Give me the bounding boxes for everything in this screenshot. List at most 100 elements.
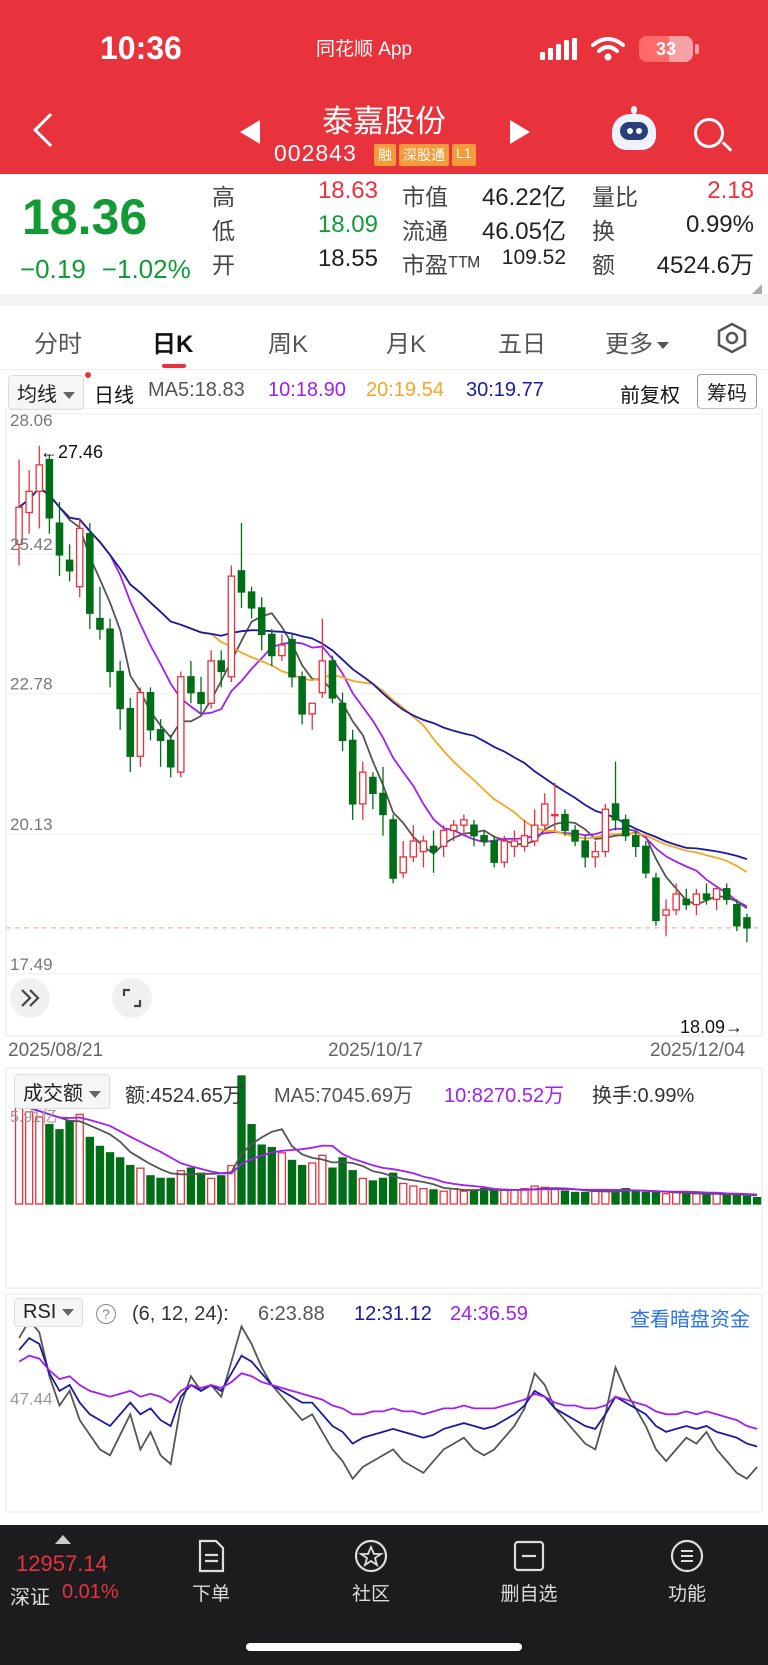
next-stock-button[interactable]: [510, 120, 530, 144]
community-icon: [354, 1539, 388, 1573]
battery-icon: 33: [639, 36, 693, 62]
chips-button[interactable]: 筹码: [697, 374, 757, 409]
ma-legend-bar: 均线 日线 MA5:18.83 10:18.90 20:19.54 30:19.…: [0, 372, 768, 410]
indicator-dropdown[interactable]: 均线: [8, 375, 84, 410]
volume-dropdown[interactable]: 成交额: [14, 1074, 110, 1109]
low-value: 18.09: [317, 211, 378, 238]
candle: [672, 893, 680, 911]
remove-watchlist-icon: [513, 1540, 545, 1572]
expand-corner-icon[interactable]: [752, 284, 762, 294]
rsi-dropdown[interactable]: RSI: [14, 1298, 84, 1327]
volume-bar: [722, 1194, 731, 1205]
volume-bar: [318, 1154, 327, 1205]
open-label: 开: [212, 252, 235, 278]
tab-weekly[interactable]: 周K: [268, 324, 308, 359]
fullscreen-button[interactable]: [112, 978, 152, 1018]
volume-bar: [682, 1193, 691, 1205]
tab-monthly[interactable]: 月K: [386, 324, 426, 359]
status-icons: 33: [540, 36, 699, 62]
kline-chart[interactable]: 28.06 25.42 22.78 20.13 17.49 5.91亿 47.44 ←27.…: [0, 408, 768, 1520]
chevron-down-icon: [657, 342, 669, 350]
turnover-value: 0.99%: [685, 211, 754, 238]
nav-order[interactable]: 下单: [166, 1539, 256, 1606]
float-value: 46.05亿: [481, 218, 566, 245]
volume-bar: [591, 1190, 600, 1205]
expand-left-button[interactable]: [10, 978, 50, 1018]
ma20-value: 20:19.54: [366, 379, 444, 401]
home-indicator: [246, 1643, 522, 1651]
period-label: 日线: [94, 385, 134, 407]
tag-level: L1: [452, 144, 476, 166]
open-value: 18.55: [317, 245, 378, 272]
rsi12-line: [18, 1336, 758, 1448]
index-value[interactable]: 12957.14: [16, 1551, 108, 1577]
nav-community[interactable]: 社区: [326, 1539, 416, 1606]
rsi6-line: [18, 1319, 758, 1481]
tab-daily[interactable]: 日K: [152, 324, 193, 359]
tag-margin: 融: [374, 144, 396, 166]
volume-bar: [358, 1177, 367, 1205]
wifi-icon: [591, 37, 625, 61]
notify-dot: [85, 372, 91, 378]
nav-remove-watchlist-label: 删自选: [500, 1584, 558, 1605]
volume-bar: [469, 1189, 479, 1205]
volume-bar: [75, 1113, 84, 1205]
dark-pool-link[interactable]: 查看暗盘资金: [630, 1303, 750, 1332]
candle: [217, 660, 226, 673]
volume-bar: [651, 1191, 661, 1205]
mktcap-value: 46.22亿: [481, 184, 566, 211]
volume-bar: [206, 1177, 216, 1205]
adjust-button[interactable]: 前复权: [620, 379, 680, 408]
candle: [540, 803, 549, 826]
index-name[interactable]: 深证: [10, 1581, 50, 1610]
candle: [278, 644, 286, 657]
candle: [166, 739, 175, 768]
amount-label: 额: [592, 252, 615, 278]
stock-code: 002843: [274, 140, 357, 166]
nav-remove-watchlist[interactable]: 删自选: [484, 1539, 574, 1606]
volume-bar: [146, 1175, 155, 1205]
ma10-value: 10:18.90: [268, 379, 346, 401]
change-value: −0.19: [20, 254, 86, 284]
candle: [702, 893, 711, 900]
candle: [389, 819, 397, 879]
turnover-label: 换: [592, 218, 615, 244]
status-app-label: 同花顺 App: [316, 39, 413, 60]
tab-more[interactable]: 更多: [605, 324, 669, 359]
help-icon[interactable]: ?: [96, 1302, 116, 1325]
candle: [318, 660, 327, 694]
nav-function[interactable]: 功能: [642, 1539, 732, 1606]
volume-bar: [247, 1123, 256, 1205]
search-icon[interactable]: [694, 118, 724, 148]
robot-assistant-icon[interactable]: [612, 106, 656, 150]
amount-value: 4524.6万: [656, 252, 754, 279]
candle: [55, 522, 64, 556]
volume-ma10: 10:8270.52万: [444, 1085, 565, 1107]
candle: [106, 628, 114, 673]
volume-bar: [611, 1190, 620, 1205]
rsi24-line: [18, 1354, 758, 1430]
mktcap-label: 市值: [402, 184, 448, 210]
quote-panel: 18.36 −0.19 −1.02% 高 18.63 低 18.09 开 18.5…: [0, 174, 768, 294]
y-tick-label: 28.06: [10, 411, 53, 430]
tab-five-day[interactable]: 五日: [498, 324, 546, 359]
change-percent: −1.02%: [101, 254, 191, 284]
candle: [460, 819, 468, 826]
candle: [561, 813, 569, 832]
candle: [601, 808, 610, 853]
y-tick-label: 22.78: [10, 675, 53, 694]
candle: [712, 888, 721, 900]
volume-bar: [338, 1157, 347, 1205]
stock-tags: 融 深股通 L1: [374, 144, 476, 166]
tab-minute[interactable]: 分时: [34, 324, 82, 359]
chevron-down-icon: [62, 1309, 75, 1317]
candle: [480, 835, 488, 842]
candle: [642, 845, 650, 874]
volume-bar: [409, 1185, 418, 1205]
candle: [197, 692, 205, 704]
volume-bar: [520, 1187, 529, 1205]
volume-bar: [126, 1164, 135, 1205]
settings-hex-icon[interactable]: [716, 322, 748, 354]
status-time: 10:36: [100, 30, 182, 66]
candle: [227, 575, 236, 678]
